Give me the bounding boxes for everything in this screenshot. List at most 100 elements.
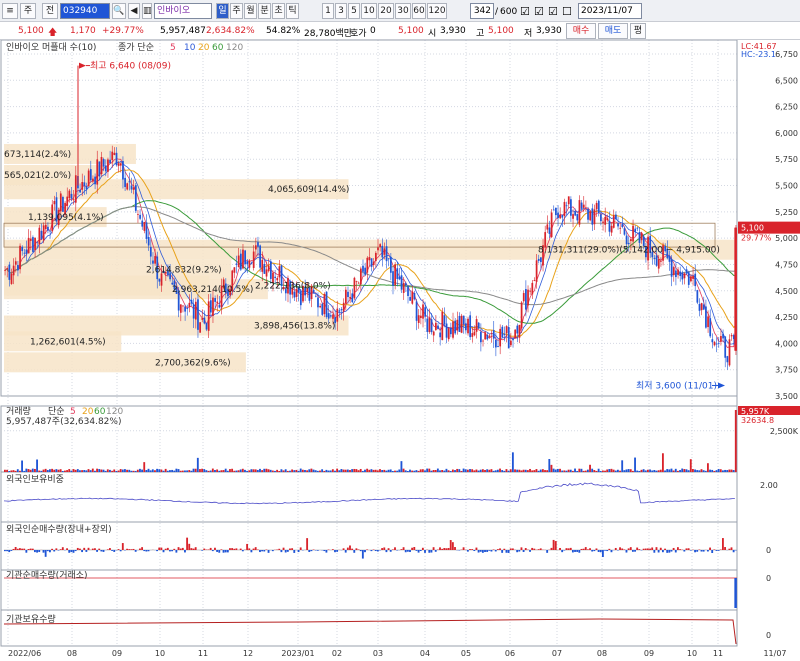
foreign-net-bar [117,549,120,550]
foreign-net-bar [383,547,386,550]
buy-button[interactable]: 매수 [566,23,596,39]
date-input[interactable]: 2023/11/07 [578,3,642,19]
period-button-day[interactable]: 일 [216,3,229,19]
stock-name-field[interactable]: 인바이오 [154,3,212,19]
candle-body [242,249,244,269]
sound-icon[interactable]: ◀ [128,3,140,19]
panel-icon[interactable]: ▥ [142,3,152,19]
option-check-icon[interactable]: ☑ [520,5,530,18]
option-check-icon[interactable]: ☐ [562,5,572,18]
search-icon[interactable]: 🔍 [112,3,126,19]
foreign-net-bar [668,550,671,553]
volume-bar [730,469,733,472]
price-tag-text: 5,100 [741,224,764,233]
ma-period-label: 20 [198,43,210,53]
foreign-net-bar [554,541,557,550]
interval-button-10[interactable]: 10 [361,3,377,19]
candle-body [398,276,401,280]
foreign-net-bar [685,548,688,550]
period-button-minute[interactable]: 분 [258,3,271,19]
candle-body [299,291,302,306]
candle-body [396,268,399,279]
volume-bar [235,470,238,472]
candle-body [642,236,645,247]
candle-body [119,163,122,166]
candle-body [426,318,429,332]
candle-body [12,265,15,276]
chart-canvas[interactable]: 인바이오 머플대 수(10) 종가 단순 5 10 20 60 120거래량 단순 5 20 60 1… [0,40,800,661]
candle-body [687,272,690,285]
foreign-net-bar [366,549,369,550]
price-change: 1,170 [70,26,96,36]
candle-body [323,294,326,315]
candle-body [462,315,465,325]
period-button-week[interactable]: 주 [230,3,243,19]
candle-body [692,275,694,279]
foreign-net-bar [627,548,630,550]
foreign-net-bar [271,550,274,552]
candle-body [27,237,30,254]
volume-bar [139,468,141,472]
foreign-net-bar [16,548,19,550]
volume-bar [689,459,692,472]
foreign-net-bar [522,550,525,552]
interval-button-120[interactable]: 120 [427,3,447,19]
volume-bar [312,469,315,472]
candle-body [104,165,107,172]
period-button-second[interactable]: 초 [272,3,285,19]
interval-button-3[interactable]: 3 [335,3,347,19]
option-check-icon[interactable]: ☑ [534,5,544,18]
volume-bar [548,459,551,472]
volume-ma-period: 60 [94,407,106,417]
stock-code-input[interactable]: 032940 [60,3,110,19]
foreign-net-bar [644,548,647,550]
foreign-net-bar [12,548,15,550]
menu-icon[interactable]: ≡ [2,3,18,19]
volume-bar [29,469,32,472]
period-button-month[interactable]: 월 [244,3,257,19]
volume-bar [681,468,684,472]
candle-body [216,301,219,303]
interval-button-5[interactable]: 5 [348,3,360,19]
candle-body [625,235,628,245]
volume-profile-label: 4,065,609(14.4%) [268,185,349,195]
foreign-net-bar [297,550,300,553]
display-count-input[interactable]: 342 [470,3,494,19]
volume-bar [629,469,632,472]
foreign-net-bar [218,550,221,553]
interval-button-30[interactable]: 30 [395,3,411,19]
all-toggle-button[interactable]: 전 [42,3,58,19]
candle-body [81,182,84,190]
y-tick-label: 6,250 [775,103,798,112]
foreign-net-bar [509,548,512,550]
candle-body [492,330,495,339]
interval-button-1[interactable]: 1 [322,3,334,19]
candle-body [29,238,32,241]
weekly-toggle-button[interactable]: 주 [20,3,36,19]
evaluate-button[interactable]: 평 [630,23,646,39]
foreign-net-bar [389,550,392,552]
volume-bar [642,469,645,472]
volume-bar [109,469,111,472]
x-tick-label: 08 [67,649,77,658]
candle-body [411,291,414,304]
foreign-net-bar [700,550,703,552]
volume-bar [314,470,317,472]
candle-body [98,161,101,177]
interval-button-20[interactable]: 20 [378,3,394,19]
interval-button-60[interactable]: 60 [412,3,426,19]
candle-body [452,321,454,338]
sell-button[interactable]: 매도 [598,23,628,39]
period-button-tick[interactable]: 틱 [286,3,299,19]
option-check-icon[interactable]: ☑ [548,5,558,18]
volume-bar [522,469,525,472]
foreign-net-bar [10,550,13,551]
candle-body [134,185,137,211]
volume-bar [533,470,536,472]
candle-body [482,340,484,342]
foreign-net-bar [496,549,499,550]
candle-body [527,289,529,306]
volume-bar [462,468,465,472]
candle-body [621,224,624,228]
volume-bar [569,469,572,472]
